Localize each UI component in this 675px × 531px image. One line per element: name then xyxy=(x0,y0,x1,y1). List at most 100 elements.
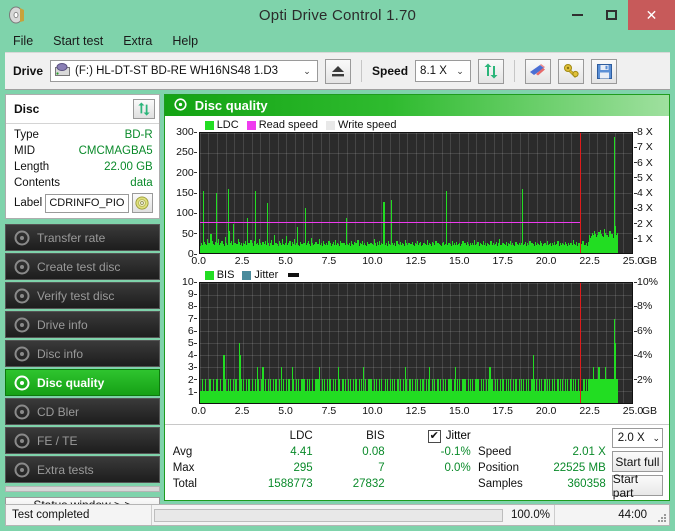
main-panel-title: Disc quality xyxy=(194,98,268,113)
stats-row-max: Max 295 7 0.0% xyxy=(173,460,472,476)
x-tick-label: 12.5 xyxy=(405,405,427,417)
x-tick-label: 17.5 xyxy=(492,405,513,417)
save-button[interactable] xyxy=(591,58,618,84)
erase-button[interactable] xyxy=(525,58,552,84)
x-tick-label: 2.5 xyxy=(234,255,250,267)
disc-label-field[interactable]: CDRINFO_PIO xyxy=(45,193,129,213)
disc-row-contents: Contents data xyxy=(14,176,153,191)
disc-quality-icon xyxy=(174,97,187,114)
y-tick-label: 2 xyxy=(188,374,197,386)
disc-value-length: 22.00 GB xyxy=(104,161,153,173)
x-tick-label: 5.0 xyxy=(278,255,293,267)
disc-info-panel: Disc Type BD-R MID CMCMAGBA5 Length 22.0… xyxy=(5,94,160,219)
chart-bar xyxy=(616,233,619,253)
speed-select[interactable]: 8.1 X ⌄ xyxy=(415,60,472,82)
disc-properties: Type BD-R MID CMCMAGBA5 Length 22.00 GB … xyxy=(6,124,159,218)
y2-tick-label: 7 X xyxy=(634,141,653,153)
status-bar: Test completed 100.0% 44:00 xyxy=(5,504,670,526)
speed-value: 8.1 X xyxy=(420,65,447,77)
menu-bar: File Start test Extra Help xyxy=(0,30,675,52)
y-tick-label: 9 xyxy=(188,288,197,300)
sidebar-item-extra-tests[interactable]: Extra tests xyxy=(5,456,160,483)
main-panel-header: Disc quality xyxy=(164,95,669,116)
drive-info-icon xyxy=(14,317,30,333)
tools-button[interactable] xyxy=(558,58,585,84)
status-message: Test completed xyxy=(12,509,90,521)
disc-info-icon xyxy=(14,346,30,362)
sidebar-item-disc-info[interactable]: Disc info xyxy=(5,340,160,367)
resize-grip-icon[interactable] xyxy=(655,505,669,525)
disc-label-key: Label xyxy=(14,197,43,209)
jitter-checkbox[interactable]: ✔ xyxy=(427,429,441,443)
sidebar-label: Drive info xyxy=(37,317,88,332)
data-end-marker xyxy=(580,133,582,253)
disc-refresh-button[interactable] xyxy=(132,99,155,119)
disc-verify-icon xyxy=(14,288,30,304)
x-tick-label: 5.0 xyxy=(278,405,293,417)
menu-item-file[interactable]: File xyxy=(13,34,33,48)
disc-key-contents: Contents xyxy=(14,177,61,189)
refresh-icon xyxy=(484,63,498,79)
x-tick-label: 15.0 xyxy=(449,405,470,417)
chart-ldc-x-axis: 0.0 2.5 5.0 7.5 10.0 12.5 15.0 17.5 20.0 22.5 25.0… xyxy=(191,254,657,269)
sidebar-label: Disc quality xyxy=(37,375,105,390)
chart-bis-plot xyxy=(198,282,633,404)
toolbar: Drive (F:) HL-DT-ST BD-RE WH16NS48 1.D3 … xyxy=(5,52,670,90)
disc-panel-title: Disc xyxy=(14,102,40,116)
stats-total-bis: 27832 xyxy=(352,478,385,490)
meta-row-position: Position 22525 MB xyxy=(478,460,612,476)
meta-value-position: 22525 MB xyxy=(553,462,606,474)
y-tick-label: 10 xyxy=(182,276,197,288)
chart-ldc-y2-axis: 1 X 2 X 3 X 4 X 5 X 6 X 7 X 8 X xyxy=(633,126,665,254)
y-tick-label: 250 xyxy=(176,146,197,158)
sidebar-item-fe-te[interactable]: FE / TE xyxy=(5,427,160,454)
fe-te-icon xyxy=(14,433,30,449)
sidebar-item-cd-bler[interactable]: CD Bler xyxy=(5,398,160,425)
eject-button[interactable] xyxy=(325,58,352,84)
sidebar-item-disc-quality[interactable]: Disc quality xyxy=(5,369,160,396)
key-icon xyxy=(563,64,579,78)
maximize-button[interactable] xyxy=(594,0,628,30)
sidebar: Disc Type BD-R MID CMCMAGBA5 Length 22.0… xyxy=(5,94,160,513)
sidebar-item-verify-test-disc[interactable]: Verify test disc xyxy=(5,282,160,309)
menu-item-extra[interactable]: Extra xyxy=(123,34,152,48)
drive-label: Drive xyxy=(13,64,44,78)
refresh-button[interactable] xyxy=(478,58,505,84)
sidebar-label: Verify test disc xyxy=(37,288,115,303)
x-tick-label: 17.5 xyxy=(492,255,513,267)
y-tick-label: 50 xyxy=(182,228,197,240)
menu-item-start-test[interactable]: Start test xyxy=(53,34,103,48)
disc-value-type: BD-R xyxy=(124,129,153,141)
sidebar-item-drive-info[interactable]: Drive info xyxy=(5,311,160,338)
close-button[interactable]: ✕ xyxy=(628,0,675,30)
stats-avg-bis: 0.08 xyxy=(362,446,385,458)
x-tick-label: 0.0 xyxy=(191,405,206,417)
meta-label-samples: Samples xyxy=(478,478,523,490)
disc-key-type: Type xyxy=(14,129,39,141)
y-tick-label: 8 xyxy=(188,300,197,312)
disc-value-contents: data xyxy=(130,177,153,189)
disc-key-mid: MID xyxy=(14,145,36,157)
drive-value: (F:) HL-DT-ST BD-RE WH16NS48 1.D3 xyxy=(75,65,279,77)
content-area: Disc Type BD-R MID CMCMAGBA5 Length 22.0… xyxy=(5,90,670,513)
y2-tick-label: 2 X xyxy=(634,218,653,230)
chevron-down-icon: ⌄ xyxy=(303,65,311,76)
refresh-icon xyxy=(138,102,150,116)
y-tick-label: 5 xyxy=(188,337,197,349)
test-speed-select[interactable]: 2.0 X ⌄ xyxy=(611,428,664,448)
chart-bis-legend: BIS Jitter xyxy=(204,269,300,281)
minimize-button[interactable] xyxy=(560,0,594,30)
start-full-button[interactable]: Start full xyxy=(611,451,664,472)
y-tick-label: 7 xyxy=(188,313,197,325)
chart-bar xyxy=(616,379,619,403)
data-end-marker xyxy=(580,283,582,403)
sidebar-item-create-test-disc[interactable]: Create test disc xyxy=(5,253,160,280)
menu-item-help[interactable]: Help xyxy=(172,34,198,48)
start-part-button[interactable]: Start part xyxy=(611,472,664,500)
drive-select[interactable]: (F:) HL-DT-ST BD-RE WH16NS48 1.D3 ⌄ xyxy=(50,60,319,82)
x-tick-label: 25.0 xyxy=(622,405,644,417)
legend-label-bis: BIS xyxy=(216,269,235,281)
sidebar-item-transfer-rate[interactable]: Transfer rate xyxy=(5,224,160,251)
chart-bis-y-axis: 1 2 3 4 5 6 7 8 9 10 xyxy=(169,276,199,404)
disc-label-button[interactable] xyxy=(131,193,153,213)
